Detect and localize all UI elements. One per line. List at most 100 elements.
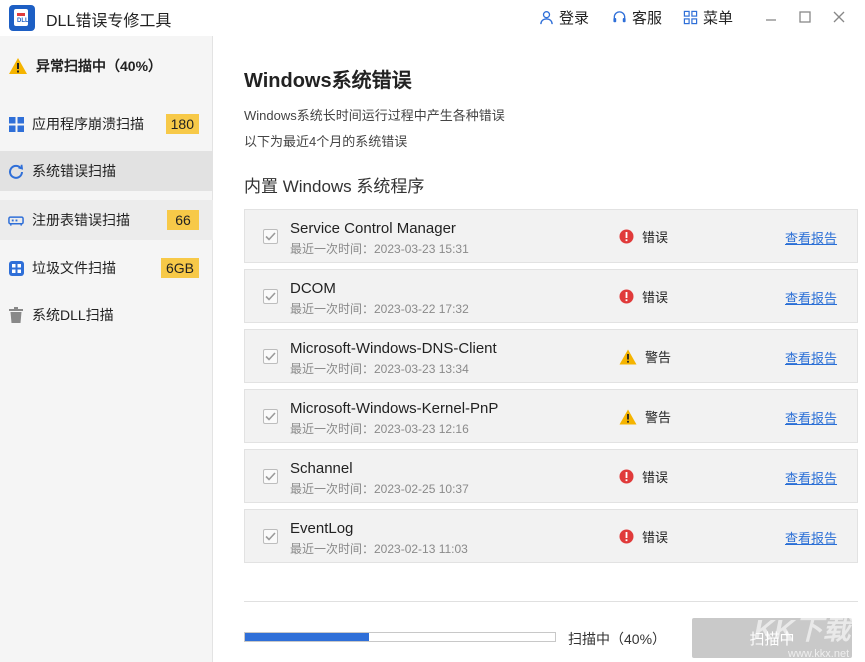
item-time: 最近一次时间：2023-02-13 11:03: [290, 542, 468, 556]
item-name: Microsoft-Windows-DNS-Client: [290, 340, 497, 357]
sidebar-item-app-crash[interactable]: 应用程序崩溃扫描 180: [0, 104, 213, 144]
close-icon[interactable]: [830, 8, 848, 26]
list-item: Microsoft-Windows-Kernel-PnP 最近一次时间：2023-…: [244, 389, 858, 443]
item-status: 错误: [619, 287, 668, 306]
sidebar-item-registry[interactable]: 注册表错误扫描 66: [0, 200, 213, 240]
check-icon: [265, 412, 276, 421]
item-status: 错误: [619, 227, 668, 246]
warning-icon: [9, 58, 27, 74]
status-label: 错误: [642, 290, 669, 305]
sidebar-item-label: 系统DLL扫描: [32, 307, 114, 323]
title-bar: DLL DLL错误专修工具 登录 客服 菜单: [0, 0, 865, 36]
sidebar-item-junk-files[interactable]: 垃圾文件扫描 6GB: [0, 248, 213, 288]
scan-status-label: 异常扫描中（40%）: [36, 58, 163, 74]
apps-icon: [8, 260, 24, 276]
sidebar-item-label: 垃圾文件扫描: [32, 260, 116, 276]
warning-icon: [619, 349, 637, 364]
view-report-link[interactable]: 查看报告: [785, 528, 837, 547]
item-checkbox[interactable]: [263, 229, 278, 244]
size-badge: 6GB: [160, 258, 199, 278]
sidebar-item-dll[interactable]: 系统DLL扫描: [0, 295, 213, 335]
progress-bar: [244, 632, 556, 642]
service-label: 客服: [632, 10, 663, 27]
status-label: 警告: [645, 350, 672, 365]
list-item: DCOM 最近一次时间：2023-03-22 17:32 错误 查看报告: [244, 269, 858, 323]
count-badge: 180: [165, 114, 199, 134]
sidebar-item-system-error[interactable]: 系统错误扫描: [0, 151, 213, 191]
login-button[interactable]: 登录: [539, 7, 589, 28]
list-item: Schannel 最近一次时间：2023-02-25 10:37 错误 查看报告: [244, 449, 858, 503]
view-report-link[interactable]: 查看报告: [785, 468, 837, 487]
item-name: DCOM: [290, 280, 336, 297]
divider: [244, 601, 858, 602]
count-badge: 66: [167, 210, 199, 230]
list-item: EventLog 最近一次时间：2023-02-13 11:03 错误 查看报告: [244, 509, 858, 563]
item-status: 警告: [619, 347, 671, 366]
refresh-icon: [8, 163, 24, 179]
sidebar: 异常扫描中（40%） 应用程序崩溃扫描 180 系统错误扫描 注册表错误扫描 6…: [0, 36, 213, 662]
error-icon: [619, 289, 634, 304]
sidebar-item-label: 应用程序崩溃扫描: [32, 116, 144, 132]
item-checkbox[interactable]: [263, 469, 278, 484]
item-status: 错误: [619, 527, 668, 546]
app-logo: DLL: [9, 5, 35, 31]
item-time: 最近一次时间：2023-03-23 13:34: [290, 362, 469, 376]
item-checkbox[interactable]: [263, 289, 278, 304]
status-label: 错误: [642, 230, 669, 245]
view-report-link[interactable]: 查看报告: [785, 348, 837, 367]
section-title: 内置 Windows 系统程序: [244, 177, 425, 196]
item-name: Schannel: [290, 460, 353, 477]
menu-button[interactable]: 菜单: [683, 7, 733, 28]
view-report-link[interactable]: 查看报告: [785, 228, 837, 247]
item-time: 最近一次时间：2023-03-23 15:31: [290, 242, 469, 256]
page-description: Windows系统长时间运行过程中产生各种错误: [244, 108, 505, 123]
grid-icon: [8, 116, 24, 132]
check-icon: [265, 292, 276, 301]
view-report-link[interactable]: 查看报告: [785, 288, 837, 307]
item-status: 错误: [619, 467, 668, 486]
error-icon: [619, 229, 634, 244]
warning-icon: [619, 409, 637, 424]
menu-grid-icon: [683, 10, 698, 25]
menu-label: 菜单: [703, 10, 734, 27]
minimize-icon[interactable]: [762, 8, 780, 26]
item-checkbox[interactable]: [263, 409, 278, 424]
list-item: Microsoft-Windows-DNS-Client 最近一次时间：2023-…: [244, 329, 858, 383]
list-item: Service Control Manager 最近一次时间：2023-03-23…: [244, 209, 858, 263]
progress-text: 扫描中（40%）: [568, 631, 667, 647]
page-title: Windows系统错误: [244, 70, 412, 92]
check-icon: [265, 352, 276, 361]
main-panel: Windows系统错误 Windows系统长时间运行过程中产生各种错误 以下为最…: [214, 36, 865, 662]
status-label: 错误: [642, 530, 669, 545]
item-time: 最近一次时间：2023-03-23 12:16: [290, 422, 469, 436]
status-label: 警告: [645, 410, 672, 425]
scan-status: 异常扫描中（40%）: [0, 44, 213, 88]
check-icon: [265, 532, 276, 541]
item-name: Service Control Manager: [290, 220, 456, 237]
item-checkbox[interactable]: [263, 349, 278, 364]
error-icon: [619, 529, 634, 544]
trash-icon: [8, 307, 24, 323]
item-name: Microsoft-Windows-Kernel-PnP: [290, 400, 499, 417]
sidebar-item-label: 注册表错误扫描: [32, 212, 130, 228]
view-report-link[interactable]: 查看报告: [785, 408, 837, 427]
registry-icon: [8, 212, 24, 228]
item-status: 警告: [619, 407, 671, 426]
check-icon: [265, 232, 276, 241]
sidebar-item-label: 系统错误扫描: [32, 163, 116, 179]
user-icon: [540, 11, 553, 25]
check-icon: [265, 472, 276, 481]
app-title: DLL错误专修工具: [46, 13, 172, 30]
status-label: 错误: [642, 470, 669, 485]
item-checkbox[interactable]: [263, 529, 278, 544]
item-time: 最近一次时间：2023-03-22 17:32: [290, 302, 469, 316]
page-subdescription: 以下为最近4个月的系统错误: [244, 134, 408, 149]
maximize-icon[interactable]: [796, 8, 814, 26]
error-icon: [619, 469, 634, 484]
progress-fill: [245, 633, 369, 641]
item-time: 最近一次时间：2023-02-25 10:37: [290, 482, 469, 496]
item-name: EventLog: [290, 520, 354, 537]
service-button[interactable]: 客服: [612, 7, 662, 28]
scan-button[interactable]: 扫描中: [692, 618, 852, 658]
headset-icon: [613, 11, 626, 23]
